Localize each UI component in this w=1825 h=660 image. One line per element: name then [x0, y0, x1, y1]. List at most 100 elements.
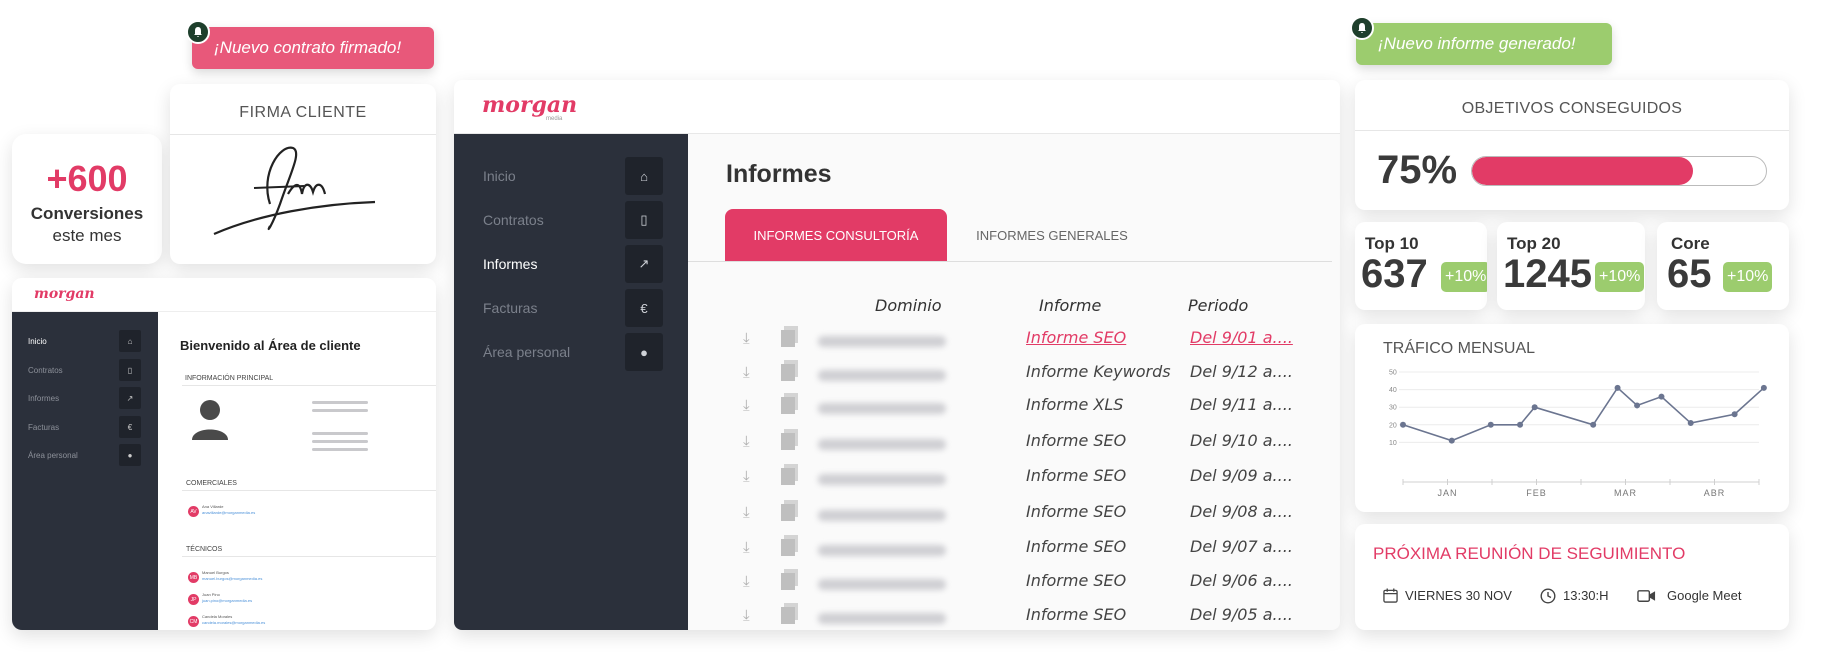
stat-label: Top 10 [1365, 234, 1419, 253]
mini-nav-inicio[interactable]: Inicio ⌂ [12, 330, 158, 352]
home-icon: ⌂ [119, 330, 141, 352]
main-dashboard: morgan media Inicio ⌂ Contratos ▯ Informes… [454, 80, 1340, 630]
traffic-data-point[interactable] [1487, 421, 1494, 428]
sales-contact-email[interactable]: anavillarde@morganmedia.es [202, 510, 255, 515]
home-icon: ⌂ [625, 157, 663, 195]
mini-nav-informes[interactable]: Informes ↗ [12, 387, 158, 409]
tech-contact-email[interactable]: juan.pino@morganmedia.es [202, 598, 252, 603]
nav-inicio[interactable]: Inicio ⌂ [454, 156, 688, 196]
traffic-data-point[interactable] [1658, 393, 1665, 400]
bell-icon [186, 20, 210, 44]
document-icon[interactable] [780, 569, 800, 591]
traffic-data-point[interactable] [1531, 404, 1538, 411]
download-icon[interactable]: ⤓ [743, 607, 750, 624]
document-icon[interactable] [780, 429, 800, 451]
report-name[interactable]: Informe SEO [1026, 502, 1126, 521]
report-name[interactable]: Informe SEO [1026, 431, 1126, 450]
traffic-series-line [1402, 386, 1765, 442]
new-report-text: ¡Nuevo informe generado! [1378, 34, 1576, 53]
table-row[interactable]: ⤓ Informe SEO Del 9/08 a.... [688, 498, 1340, 532]
mini-section-tech: TÉCNICOS [186, 546, 223, 553]
table-row[interactable]: ⤓ Informe Keywords Del 9/12 a.... [688, 358, 1340, 392]
document-icon[interactable] [780, 603, 800, 625]
tech-contact-email[interactable]: candela.morales@morganmedia.es [202, 620, 265, 625]
nav-facturas[interactable]: Facturas € [454, 288, 688, 328]
download-icon[interactable]: ⤓ [743, 330, 750, 347]
mini-nav-contratos[interactable]: Contratos ▯ [12, 359, 158, 381]
download-icon[interactable]: ⤓ [743, 364, 750, 381]
traffic-data-point[interactable] [1614, 384, 1621, 391]
download-icon[interactable]: ⤓ [743, 504, 750, 521]
mini-section-main: INFORMACIÓN PRINCIPAL [185, 375, 274, 382]
table-row[interactable]: ⤓ Informe SEO Del 9/01 a.... [688, 324, 1340, 358]
objectives-percent: 75% [1377, 148, 1458, 192]
main-logo: morgan [482, 92, 578, 118]
mini-logo: morgan [34, 286, 95, 302]
table-row[interactable]: ⤓ Informe SEO Del 9/10 a.... [688, 427, 1340, 461]
report-name[interactable]: Informe SEO [1026, 605, 1126, 624]
table-row[interactable]: ⤓ Informe XLS Del 9/11 a.... [688, 391, 1340, 425]
table-row[interactable]: ⤓ Informe SEO Del 9/07 a.... [688, 533, 1340, 567]
column-informe: Informe [1039, 296, 1102, 315]
document-icon[interactable] [780, 535, 800, 557]
signature-title: FIRMA CLIENTE [239, 104, 367, 121]
report-period: Del 9/10 a.... [1190, 431, 1293, 450]
download-icon[interactable]: ⤓ [743, 468, 750, 485]
traffic-data-point[interactable] [1517, 421, 1524, 428]
document-icon[interactable] [780, 393, 800, 415]
document-icon[interactable] [780, 500, 800, 522]
traffic-data-point[interactable] [1448, 437, 1455, 444]
report-name[interactable]: Informe SEO [1026, 571, 1126, 590]
mini-nav-facturas[interactable]: Facturas € [12, 416, 158, 438]
report-name[interactable]: Informe SEO [1026, 537, 1126, 556]
mini-info-line [312, 440, 368, 443]
nav-contratos[interactable]: Contratos ▯ [454, 200, 688, 240]
table-row[interactable]: ⤓ Informe SEO Del 9/06 a.... [688, 567, 1340, 601]
tech-contact-email[interactable]: manuel.burgos@morganmedia.es [202, 576, 262, 581]
document-icon[interactable] [780, 464, 800, 486]
user-icon: ● [119, 444, 141, 466]
report-name[interactable]: Informe SEO [1026, 466, 1126, 485]
report-name[interactable]: Informe Keywords [1026, 362, 1171, 381]
traffic-data-point[interactable] [1760, 384, 1767, 391]
document-icon[interactable] [780, 326, 800, 348]
mini-nav-area-personal[interactable]: Área personal ● [12, 444, 158, 466]
contact-avatar: JP [188, 594, 199, 605]
table-row[interactable]: ⤓ Informe SEO Del 9/05 a.... [688, 601, 1340, 630]
new-report-notification[interactable]: ¡Nuevo informe generado! [1356, 23, 1612, 65]
mini-info-line [312, 448, 368, 451]
contact-avatar: AV [188, 506, 199, 517]
new-contract-notification[interactable]: ¡Nuevo contrato firmado! [192, 27, 434, 69]
document-icon[interactable] [780, 360, 800, 382]
column-periodo: Periodo [1188, 296, 1249, 315]
main-logo-tagline: media [546, 116, 563, 122]
mini-sidebar: Inicio ⌂ Contratos ▯ Informes ↗ Facturas € Á… [12, 312, 158, 630]
y-tick-label: 30 [1389, 405, 1397, 412]
download-icon[interactable]: ⤓ [743, 573, 750, 590]
traffic-data-point[interactable] [1590, 421, 1597, 428]
traffic-data-point[interactable] [1687, 420, 1694, 427]
download-icon[interactable]: ⤓ [743, 397, 750, 414]
chart-line-icon: ↗ [119, 387, 141, 409]
download-icon[interactable]: ⤓ [743, 539, 750, 556]
traffic-data-point[interactable] [1731, 411, 1738, 418]
stat-value: 637 [1361, 252, 1428, 296]
blurred-domain [818, 510, 946, 521]
download-icon[interactable]: ⤓ [743, 433, 750, 450]
x-tick-label: ABR [1704, 488, 1726, 498]
report-name[interactable]: Informe SEO [1026, 328, 1126, 347]
tab-informes-generales[interactable]: INFORMES GENERALES [962, 209, 1142, 261]
tab-informes-consultoria[interactable]: INFORMES CONSULTORÍA [725, 209, 947, 261]
nav-informes[interactable]: Informes ↗ [454, 244, 688, 284]
meeting-time: 13:30:H [1563, 588, 1609, 603]
traffic-data-point[interactable] [1634, 402, 1641, 409]
traffic-data-point[interactable] [1400, 421, 1406, 428]
y-tick-label: 40 [1389, 387, 1397, 394]
calendar-icon [1383, 588, 1398, 603]
video-camera-icon [1637, 590, 1656, 602]
meeting-platform[interactable]: Google Meet [1667, 588, 1741, 603]
report-name[interactable]: Informe XLS [1026, 395, 1123, 414]
main-sidebar: Inicio ⌂ Contratos ▯ Informes ↗ Facturas € Á… [454, 134, 688, 630]
table-row[interactable]: ⤓ Informe SEO Del 9/09 a.... [688, 462, 1340, 496]
nav-area-personal[interactable]: Área personal ● [454, 332, 688, 372]
